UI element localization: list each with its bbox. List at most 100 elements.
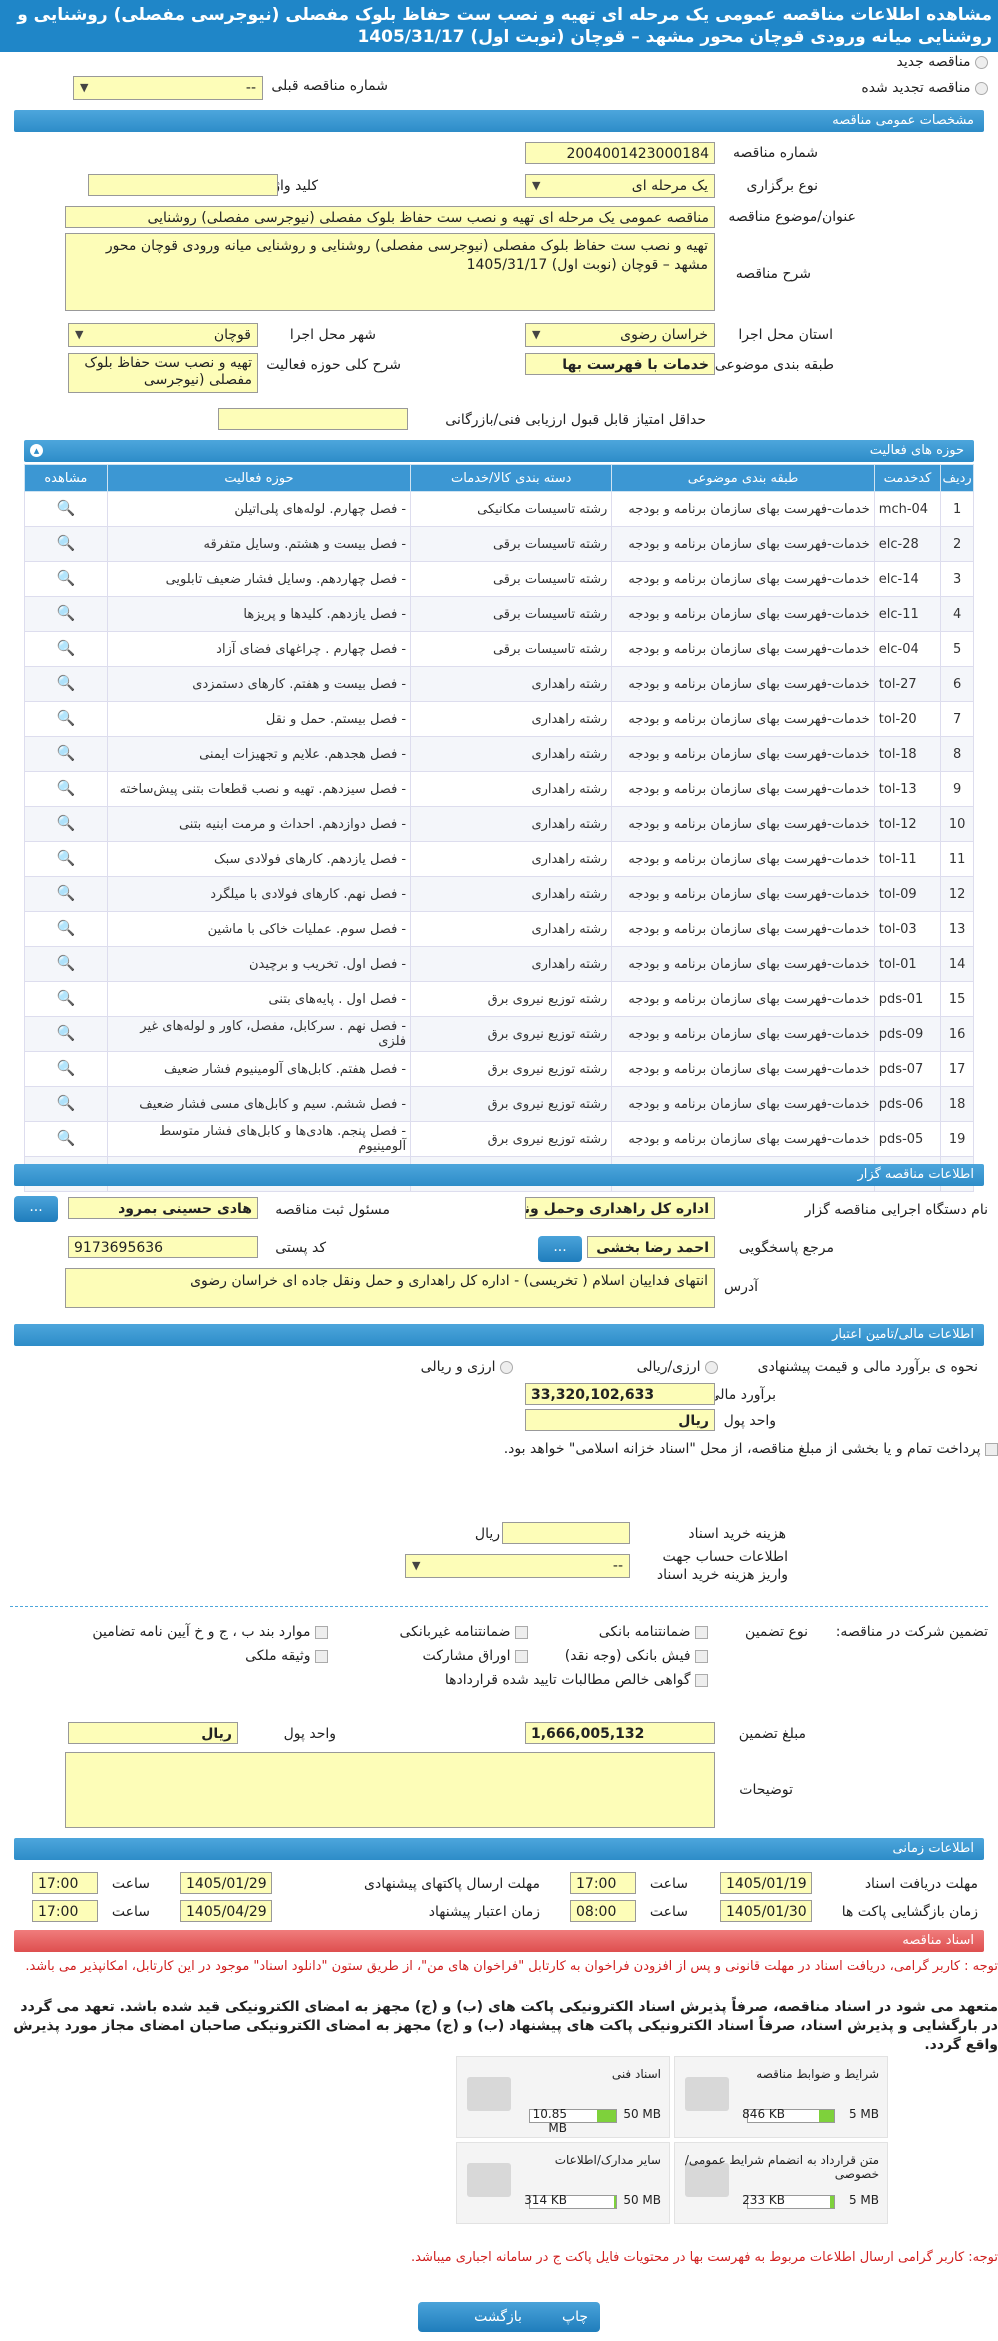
address-field[interactable]: انتهای فداییان اسلام ( تخریسی) - اداره ک… bbox=[65, 1268, 715, 1308]
officer-field[interactable]: هادی حسینی بمرود bbox=[68, 1197, 258, 1219]
scope-field[interactable]: تهیه و نصب ست حفاظ بلوک مفصلی (نیوجرسی bbox=[68, 353, 258, 393]
radio-renewed-tender[interactable]: مناقصه تجدید شده bbox=[861, 80, 988, 96]
validity-time-field[interactable]: 17:00 bbox=[32, 1900, 98, 1922]
row-number: 7 bbox=[940, 701, 974, 737]
goods-class: رشته تاسیسات مکانیکی bbox=[410, 491, 613, 527]
g-nonbank-guarantee[interactable]: ضمانتنامه غیربانکی bbox=[399, 1624, 528, 1640]
g-bonds[interactable]: اوراق مشارکت bbox=[423, 1648, 528, 1664]
magnifier-icon[interactable]: 🔍 bbox=[57, 989, 76, 1007]
tender-desc-field[interactable]: تهیه و نصب ست حفاظ بلوک مفصلی (نیوجرسی م… bbox=[65, 233, 715, 311]
magnifier-icon[interactable]: 🔍 bbox=[57, 534, 76, 552]
radio-fx-rial[interactable]: ارزی و ریالی bbox=[421, 1359, 513, 1375]
opening-date-field[interactable]: 1405/01/30 bbox=[720, 1900, 812, 1922]
collapse-icon[interactable]: ▴ bbox=[30, 444, 43, 457]
activities-table-header: ردیف کدخدمت طبقه بندی موضوعی دسته بندی ک… bbox=[24, 464, 974, 492]
g-claims[interactable]: گواهی خالص مطالبات تایید شده قراردادها bbox=[445, 1672, 708, 1688]
document-size-fill bbox=[819, 2110, 834, 2122]
officer-more-button[interactable]: ... bbox=[14, 1196, 58, 1222]
estimate-field[interactable]: 33,320,102,633 bbox=[525, 1383, 715, 1405]
goods-class: رشته تاسیسات برقی bbox=[410, 526, 613, 562]
radio-rial[interactable]: ارزی/ریالی bbox=[637, 1359, 718, 1375]
ref-field[interactable]: احمد رضا بخشی bbox=[587, 1236, 715, 1258]
activity-scope: - فصل سیزدهم. تهیه و نصب قطعات بتنی پیش‌… bbox=[106, 771, 412, 807]
prev-number-value: -- bbox=[245, 80, 256, 96]
magnifier-icon[interactable]: 🔍 bbox=[57, 1059, 76, 1077]
min-score-field[interactable] bbox=[218, 408, 408, 430]
org-field[interactable]: اداره کل راهداری وحمل ونقل bbox=[525, 1197, 715, 1219]
category: خدمات-فهرست بهای سازمان برنامه و بودجه bbox=[611, 1086, 875, 1122]
goods-class: رشته تاسیسات برقی bbox=[410, 631, 613, 667]
radio-new-tender[interactable]: مناقصه جدید bbox=[897, 54, 988, 70]
magnifier-icon[interactable]: 🔍 bbox=[57, 814, 76, 832]
currency-field[interactable]: ریال bbox=[525, 1409, 715, 1431]
document-max-size: 5 MB bbox=[848, 2107, 879, 2121]
ref-more-button[interactable]: ... bbox=[538, 1236, 582, 1262]
magnifier-icon[interactable]: 🔍 bbox=[57, 709, 76, 727]
org-label: نام دستگاه اجرایی مناقصه گزار bbox=[804, 1202, 988, 1218]
magnifier-icon[interactable]: 🔍 bbox=[57, 744, 76, 762]
notes-field[interactable] bbox=[65, 1752, 715, 1828]
document-file-box[interactable]: متن قرارداد به انضمام شرایط عمومی/خصوصی 5… bbox=[674, 2142, 888, 2224]
prev-number-select[interactable]: -- ▼ bbox=[73, 76, 263, 100]
send-date-field[interactable]: 1405/01/29 bbox=[180, 1872, 272, 1894]
magnifier-icon[interactable]: 🔍 bbox=[57, 674, 76, 692]
magnifier-icon[interactable]: 🔍 bbox=[57, 884, 76, 902]
magnifier-icon[interactable]: 🔍 bbox=[57, 1094, 76, 1112]
magnifier-icon[interactable]: 🔍 bbox=[57, 499, 76, 517]
receive-deadline-label: مهلت دریافت اسناد bbox=[864, 1876, 978, 1892]
service-code: tol-01 bbox=[873, 946, 942, 982]
magnifier-icon[interactable]: 🔍 bbox=[57, 919, 76, 937]
city-select[interactable]: قوچان ▼ bbox=[68, 323, 258, 347]
tender-title-field[interactable]: مناقصه عمومی یک مرحله ای تهیه و نصب ست ح… bbox=[65, 206, 715, 228]
chevron-down-icon: ▼ bbox=[80, 81, 89, 94]
doc-fee-field[interactable] bbox=[502, 1522, 630, 1544]
magnifier-icon[interactable]: 🔍 bbox=[57, 639, 76, 657]
row-number: 9 bbox=[940, 771, 974, 807]
guarantee-amount-field[interactable]: 1,666,005,132 bbox=[525, 1722, 715, 1744]
row-number: 2 bbox=[940, 526, 974, 562]
treasury-checkbox[interactable] bbox=[985, 1442, 998, 1456]
activity-scope: - فصل نهم . سرکابل، مفصل، کاور و لوله‌ها… bbox=[106, 1016, 412, 1052]
tender-number-field[interactable]: 2004001423000184 bbox=[525, 142, 715, 164]
g-other-clauses[interactable]: موارد بند ب ، ج و خ آیین نامه تضامین bbox=[92, 1624, 328, 1640]
send-time-field[interactable]: 17:00 bbox=[32, 1872, 98, 1894]
magnifier-icon[interactable]: 🔍 bbox=[57, 954, 76, 972]
g-property[interactable]: وثیقه ملکی bbox=[245, 1648, 328, 1664]
magnifier-icon[interactable]: 🔍 bbox=[57, 604, 76, 622]
keyword-field[interactable] bbox=[88, 174, 278, 196]
magnifier-icon[interactable]: 🔍 bbox=[57, 1129, 76, 1147]
document-file-box[interactable]: سایر مدارک/اطلاعات 50 MB 314 KB bbox=[456, 2142, 670, 2224]
tender-desc-label: شرح مناقصه bbox=[735, 266, 811, 282]
opening-hour-field[interactable]: 08:00 bbox=[570, 1900, 636, 1922]
g-bank-guarantee-label: ضمانتنامه بانکی bbox=[598, 1624, 691, 1640]
guarantee-currency-field[interactable]: ریال bbox=[68, 1722, 238, 1744]
province-select[interactable]: خراسان رضوی ▼ bbox=[525, 323, 715, 347]
g-bank-receipt[interactable]: فیش بانکی (وجه نقد) bbox=[565, 1648, 708, 1664]
account-select[interactable]: -- ▼ bbox=[405, 1554, 630, 1578]
postal-field[interactable]: 9173695636 bbox=[68, 1236, 258, 1258]
document-file-box[interactable]: اسناد فنی 50 MB 10.85 MB bbox=[456, 2056, 670, 2138]
activities-table: ردیف کدخدمت طبقه بندی موضوعی دسته بندی ک… bbox=[24, 464, 974, 1192]
service-code: pds-05 bbox=[873, 1121, 942, 1157]
magnifier-icon[interactable]: 🔍 bbox=[57, 1024, 76, 1042]
holding-type-select[interactable]: یک مرحله ای ▼ bbox=[525, 174, 715, 198]
activity-scope: - فصل بیستم. حمل و نقل bbox=[106, 701, 412, 737]
g-bank-guarantee[interactable]: ضمانتنامه بانکی bbox=[599, 1624, 708, 1640]
validity-date-field[interactable]: 1405/04/29 bbox=[180, 1900, 272, 1922]
view-cell: 🔍 bbox=[24, 631, 108, 667]
category-field[interactable]: خدمات با فهرست بها bbox=[525, 353, 715, 375]
goods-class: رشته راهداری bbox=[410, 911, 613, 947]
receive-time-field[interactable]: 17:00 bbox=[570, 1872, 636, 1894]
holding-type-label: نوع برگزاری bbox=[746, 178, 818, 194]
magnifier-icon[interactable]: 🔍 bbox=[57, 569, 76, 587]
document-file-box[interactable]: شرایط و ضوابط مناقصه 5 MB 846 KB bbox=[674, 2056, 888, 2138]
print-button[interactable]: چاپ bbox=[550, 2302, 600, 2332]
notes-label: توضیحات bbox=[739, 1782, 793, 1798]
row-number: 1 bbox=[940, 491, 974, 527]
receive-date-field[interactable]: 1405/01/19 bbox=[720, 1872, 812, 1894]
magnifier-icon[interactable]: 🔍 bbox=[57, 779, 76, 797]
g-nonbank-guarantee-label: ضمانتنامه غیربانکی bbox=[399, 1624, 511, 1640]
magnifier-icon[interactable]: 🔍 bbox=[57, 849, 76, 867]
table-row: 13 tol-03 خدمات-فهرست بهای سازمان برنامه و… bbox=[24, 911, 974, 947]
goods-class: رشته راهداری bbox=[410, 666, 613, 702]
